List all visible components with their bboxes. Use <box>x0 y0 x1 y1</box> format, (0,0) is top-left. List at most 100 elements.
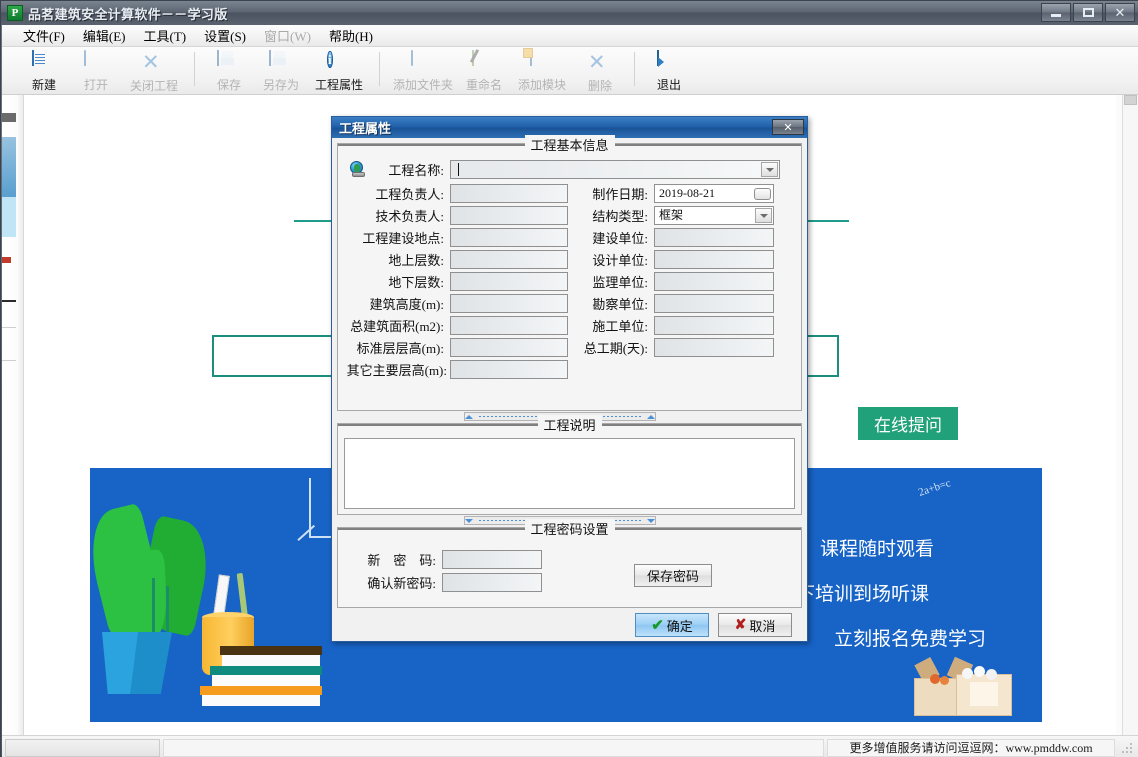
label-structure-type: 结构类型: <box>592 209 648 224</box>
input-construction-site[interactable] <box>450 228 568 247</box>
vertical-scrollbar[interactable] <box>1122 95 1138 735</box>
label-design-unit: 设计单位: <box>592 253 648 268</box>
input-below-ground-floors[interactable] <box>450 272 568 291</box>
input-other-floor-height[interactable] <box>450 360 568 379</box>
chevron-down-icon[interactable] <box>761 162 778 177</box>
minimize-button[interactable] <box>1041 3 1071 22</box>
toolbar: 新建 打开 ✕ 关闭工程 保存 另存为 i 工程属性 添加文件夹 重命名 添加模… <box>2 47 1138 95</box>
chevron-down-icon[interactable] <box>755 208 772 223</box>
online-question-button[interactable]: 在线提问 <box>858 407 958 440</box>
globe-web-icon[interactable] <box>349 161 366 178</box>
input-total-duration[interactable] <box>654 338 774 357</box>
input-above-ground-floors-value <box>451 252 455 266</box>
input-standard-floor-height[interactable] <box>450 338 568 357</box>
input-building-height-value <box>451 296 455 310</box>
check-icon: ✔ <box>651 617 664 634</box>
label-building-height: 建筑高度(m): <box>369 297 444 312</box>
field-row-construction-unit: 施工单位: <box>578 316 774 335</box>
maximize-button[interactable] <box>1073 3 1103 22</box>
input-owner-unit[interactable] <box>654 228 774 247</box>
toolbar-button-save: 保存 <box>203 47 255 93</box>
cross-icon: ✘ <box>734 617 747 633</box>
input-new-password[interactable] <box>442 550 542 569</box>
toolbar-label-delete: 删除 <box>587 79 612 93</box>
label-supervision-unit: 监理单位: <box>592 275 648 290</box>
field-row-design-unit: 设计单位: <box>578 250 774 269</box>
window-titlebar: P 品茗建筑安全计算软件－－学习版 ✕ <box>1 1 1138 25</box>
label-below-ground-floors: 地下层数: <box>388 275 444 290</box>
input-building-height[interactable] <box>450 294 568 313</box>
dialog-body: 工程基本信息 工程名称: 工程负责人: 技术负责人: 工程建设地点: 地上层数:… <box>332 135 807 646</box>
plant-stem-icon <box>152 578 155 636</box>
group-password-settings: 工程密码设置 新 密 码: 确认新密码: 保存密码 <box>337 519 802 608</box>
toolbar-separator-3 <box>634 52 635 86</box>
scrollbar-thumb[interactable] <box>1124 95 1137 105</box>
input-project-manager[interactable] <box>450 184 568 203</box>
input-total-floor-area[interactable] <box>450 316 568 335</box>
input-new-password-value <box>443 552 447 566</box>
cancel-button[interactable]: ✘ 取消 <box>718 613 792 637</box>
toolbar-label-save: 保存 <box>216 78 241 92</box>
book-icon <box>220 646 322 666</box>
input-project-name[interactable] <box>450 160 780 179</box>
toolbar-label-add-module: 添加模块 <box>517 78 566 92</box>
app-root: P 品茗建筑安全计算软件－－学习版 ✕ 文件(F) 编辑(E) 工具(T) 设置… <box>0 0 1138 757</box>
input-above-ground-floors[interactable] <box>450 250 568 269</box>
field-row-supervision-unit: 监理单位: <box>578 272 774 291</box>
input-survey-unit[interactable] <box>654 294 774 313</box>
field-row-owner-unit: 建设单位: <box>578 228 774 247</box>
toolbar-label-close-project: 关闭工程 <box>129 79 178 93</box>
input-supervision-unit[interactable] <box>654 272 774 291</box>
input-construction-site-value <box>451 230 455 244</box>
field-row-technical-manager: 技术负责人: <box>344 206 568 225</box>
input-survey-unit-value <box>655 296 659 310</box>
save-as-icon <box>269 50 293 74</box>
label-above-ground-floors: 地上层数: <box>388 253 444 268</box>
input-design-unit[interactable] <box>654 250 774 269</box>
input-creation-date[interactable]: 2019-08-21 <box>654 184 774 203</box>
close-button[interactable]: ✕ <box>1105 3 1135 22</box>
minimize-icon <box>1051 13 1061 17</box>
input-structure-type[interactable]: 框架 <box>654 206 774 225</box>
field-row-project-name: 工程名称: <box>344 160 794 179</box>
carton-boxes-icon <box>910 656 1030 722</box>
window-controls: ✕ <box>1041 3 1135 22</box>
field-row-other-floor-height: 其它主要层高(m): <box>344 360 568 379</box>
menu-file[interactable]: 文件(F) <box>14 24 74 47</box>
input-confirm-password[interactable] <box>442 573 542 592</box>
maximize-icon <box>1082 8 1094 17</box>
field-row-confirm-password: 确认新密码: <box>348 573 542 592</box>
save-password-button[interactable]: 保存密码 <box>634 564 712 587</box>
group-description-legend: 工程说明 <box>338 415 802 434</box>
field-row-total-duration: 总工期(天): <box>578 338 774 357</box>
toolbar-button-add-folder: 添加文件夹 <box>388 47 458 93</box>
dialog-close-button[interactable]: ✕ <box>772 119 804 135</box>
label-confirm-password: 确认新密码: <box>367 576 436 591</box>
label-creation-date: 制作日期: <box>592 187 648 202</box>
toolbar-button-project-properties[interactable]: i 工程属性 <box>307 47 371 93</box>
input-construction-unit[interactable] <box>654 316 774 335</box>
menu-settings[interactable]: 设置(S) <box>195 24 255 47</box>
toolbar-button-exit[interactable]: 退出 <box>643 47 695 93</box>
menu-tools[interactable]: 工具(T) <box>135 24 196 47</box>
input-project-description[interactable] <box>344 438 795 509</box>
input-project-manager-value <box>451 186 455 200</box>
input-total-floor-area-value <box>451 318 455 332</box>
toolbar-button-close-project: ✕ 关闭工程 <box>122 47 186 93</box>
menu-edit[interactable]: 编辑(E) <box>74 24 135 47</box>
delete-icon: ✕ <box>588 51 606 74</box>
toolbar-separator-1 <box>194 52 195 86</box>
ok-button[interactable]: ✔ 确定 <box>635 613 709 637</box>
toolbar-label-new: 新建 <box>31 78 56 92</box>
basic-info-form: 工程名称: 工程负责人: 技术负责人: 工程建设地点: 地上层数: 地下层数: … <box>338 144 801 410</box>
new-document-icon <box>32 50 56 74</box>
toolbar-label-rename: 重命名 <box>465 78 502 92</box>
resize-grip-icon[interactable] <box>1118 739 1134 755</box>
field-row-total-floor-area: 总建筑面积(m2): <box>344 316 568 335</box>
toolbar-button-new[interactable]: 新建 <box>18 47 70 93</box>
calendar-icon[interactable] <box>754 188 771 200</box>
book-icon <box>200 686 322 706</box>
menu-help[interactable]: 帮助(H) <box>320 24 382 47</box>
input-technical-manager[interactable] <box>450 206 568 225</box>
label-total-duration: 总工期(天): <box>583 341 648 356</box>
